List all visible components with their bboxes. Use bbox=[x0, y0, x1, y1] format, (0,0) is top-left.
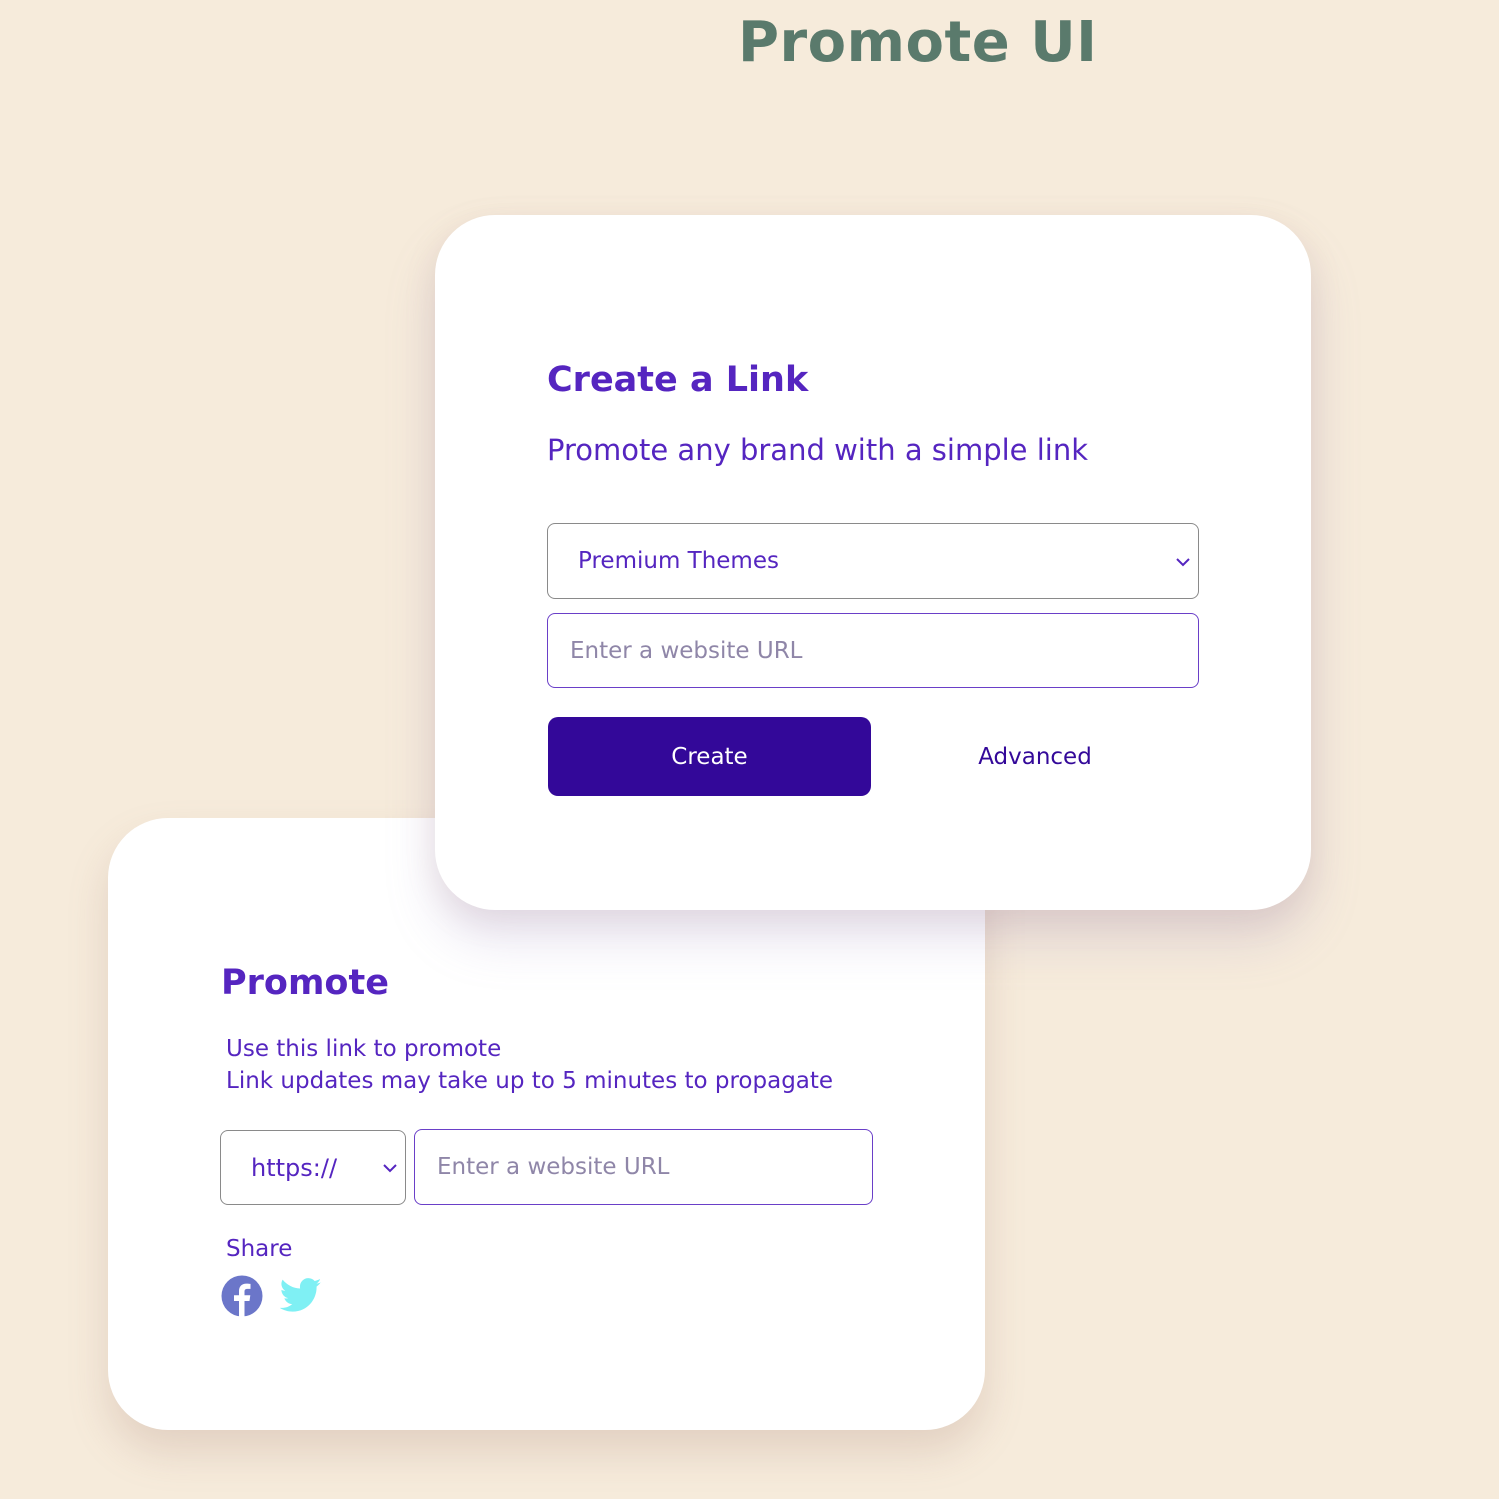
page-title: Promote UI bbox=[738, 10, 1098, 75]
create-button[interactable]: Create bbox=[548, 717, 871, 796]
advanced-link[interactable]: Advanced bbox=[935, 717, 1135, 796]
promote-description-line1: Use this link to promote bbox=[226, 1036, 502, 1062]
promote-heading: Promote bbox=[221, 963, 389, 1003]
chevron-down-icon bbox=[383, 1164, 397, 1173]
share-label: Share bbox=[226, 1236, 293, 1262]
promote-url-input[interactable] bbox=[414, 1129, 873, 1205]
theme-select[interactable]: Premium Themes bbox=[547, 523, 1199, 599]
facebook-icon[interactable] bbox=[221, 1275, 263, 1317]
twitter-icon[interactable] bbox=[280, 1278, 322, 1313]
create-link-subheading: Promote any brand with a simple link bbox=[547, 433, 1089, 467]
promote-description-line2: Link updates may take up to 5 minutes to… bbox=[226, 1068, 834, 1094]
protocol-select-value: https:// bbox=[251, 1153, 338, 1182]
protocol-select[interactable]: https:// bbox=[220, 1130, 406, 1205]
create-link-card: Create a Link Promote any brand with a s… bbox=[435, 215, 1311, 910]
create-link-heading: Create a Link bbox=[547, 360, 809, 400]
chevron-down-icon bbox=[1176, 558, 1190, 567]
theme-select-value: Premium Themes bbox=[578, 548, 779, 574]
create-url-input[interactable] bbox=[547, 613, 1199, 688]
